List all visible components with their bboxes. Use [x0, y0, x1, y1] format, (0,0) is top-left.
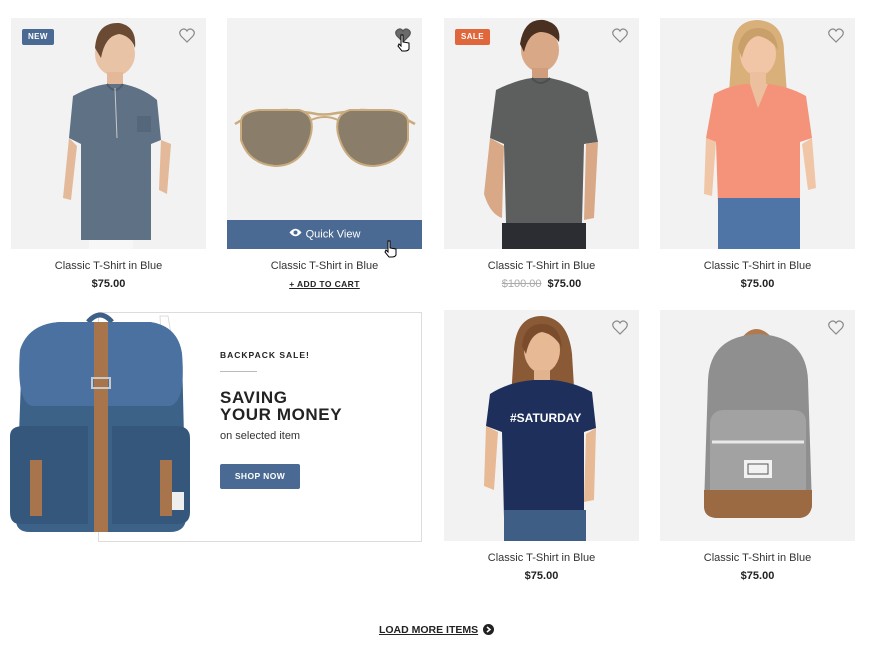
promo-headline: SAVING YOUR MONEY [220, 389, 342, 423]
product-photo-man-dark-tshirt [484, 19, 598, 249]
arrow-circle-right-icon [483, 624, 495, 635]
product-title[interactable]: Classic T-Shirt in Blue [444, 552, 639, 565]
sale-badge: SALE [455, 29, 490, 45]
product-card[interactable]: Classic T-Shirt in Blue $75.00 [660, 18, 855, 290]
wishlist-heart-icon[interactable] [612, 28, 628, 43]
new-badge: NEW [22, 29, 54, 45]
product-card[interactable]: Quick View Classic T-Shirt in Blue + ADD… [227, 18, 422, 292]
shirt-print-text: #SATURDAY [510, 411, 581, 425]
product-price: $75.00 [740, 570, 775, 582]
promo-headline-line1: SAVING [220, 388, 288, 407]
product-price-group: $100.00 $75.00 [444, 278, 639, 290]
backpack-illustration [10, 312, 190, 532]
product-price: $75.00 [547, 278, 582, 290]
product-image[interactable] [660, 18, 855, 249]
shop-now-button[interactable]: SHOP NOW [220, 464, 300, 489]
promo-subtitle: on selected item [220, 430, 301, 442]
wishlist-heart-icon[interactable] [179, 28, 195, 43]
product-image[interactable]: SALE [444, 18, 639, 249]
quick-view-label: Quick View [305, 228, 361, 241]
product-title[interactable]: Classic T-Shirt in Blue [660, 260, 855, 273]
product-photo-woman-navy-tshirt: #SATURDAY [484, 316, 596, 541]
quick-view-button[interactable]: Quick View [227, 220, 422, 249]
product-price: $75.00 [524, 570, 559, 582]
wishlist-heart-icon[interactable] [828, 28, 844, 43]
load-more-link[interactable]: LOAD MORE ITEMS [379, 624, 478, 636]
old-price: $100.00 [501, 278, 542, 290]
product-price: $75.00 [740, 278, 775, 290]
product-image[interactable]: Quick View [227, 18, 422, 249]
product-title[interactable]: Classic T-Shirt in Blue [444, 260, 639, 273]
load-more: LOAD MORE ITEMS [0, 624, 873, 636]
product-price: $75.00 [91, 278, 126, 290]
add-to-cart-link[interactable]: + ADD TO CART [289, 279, 360, 289]
product-card[interactable]: SALE Classic T-Shirt in Blue $100.00 $75.… [444, 18, 639, 290]
product-title[interactable]: Classic T-Shirt in Blue [11, 260, 206, 273]
product-image[interactable]: NEW [11, 18, 206, 249]
product-title[interactable]: Classic T-Shirt in Blue [227, 260, 422, 273]
product-title[interactable]: Classic T-Shirt in Blue [660, 552, 855, 565]
product-image[interactable] [660, 310, 855, 541]
product-card[interactable]: NEW Classic T-Shirt in Blue $75.00 [11, 18, 206, 290]
product-photo-man-grey-tshirt [63, 22, 171, 249]
wishlist-heart-icon[interactable] [395, 28, 411, 43]
product-photo-woman-coral-tshirt [704, 20, 816, 249]
promo-divider [220, 371, 257, 372]
product-card[interactable]: #SATURDAY Classic T-Shirt in Blue $75.00 [444, 310, 639, 582]
product-photo-aviator-sunglasses [234, 108, 416, 168]
promo-kicker: BACKPACK SALE! [220, 350, 310, 360]
product-image[interactable]: #SATURDAY [444, 310, 639, 541]
promo-headline-line2: YOUR MONEY [220, 405, 343, 424]
wishlist-heart-icon[interactable] [828, 320, 844, 335]
product-photo-grey-backpack [704, 329, 812, 518]
promo-banner: BACKPACK SALE! [0, 310, 422, 542]
product-card[interactable]: Classic T-Shirt in Blue $75.00 [660, 310, 855, 582]
eye-icon [289, 220, 302, 249]
wishlist-heart-icon[interactable] [612, 320, 628, 335]
